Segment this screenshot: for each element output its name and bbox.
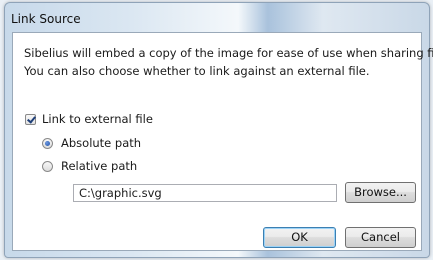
description-line-1: Sibelius will embed a copy of the image … (24, 46, 433, 60)
dialog-body: Sibelius will embed a copy of the image … (12, 32, 433, 251)
path-input[interactable]: C:\graphic.svg (73, 184, 337, 202)
description-line-2: You can also choose whether to link agai… (24, 64, 370, 78)
title-bar[interactable]: Link Source (5, 3, 429, 31)
link-source-dialog: Link Source Sibelius will embed a copy o… (4, 2, 433, 258)
checkbox-checked-icon (25, 113, 36, 125)
description-text: Sibelius will embed a copy of the image … (24, 44, 433, 80)
link-external-checkbox[interactable]: Link to external file (25, 112, 153, 126)
absolute-path-label: Absolute path (61, 136, 142, 150)
absolute-path-radio[interactable]: Absolute path (42, 136, 141, 150)
relative-path-radio[interactable]: Relative path (42, 159, 137, 173)
radio-selected-icon (42, 137, 53, 149)
radio-unselected-icon (42, 160, 53, 172)
relative-path-label: Relative path (61, 159, 138, 173)
ok-button[interactable]: OK (263, 227, 336, 248)
browse-button[interactable]: Browse... (345, 182, 416, 203)
dialog-title: Link Source (11, 12, 81, 26)
link-external-label: Link to external file (42, 112, 153, 126)
cancel-button[interactable]: Cancel (345, 227, 416, 248)
